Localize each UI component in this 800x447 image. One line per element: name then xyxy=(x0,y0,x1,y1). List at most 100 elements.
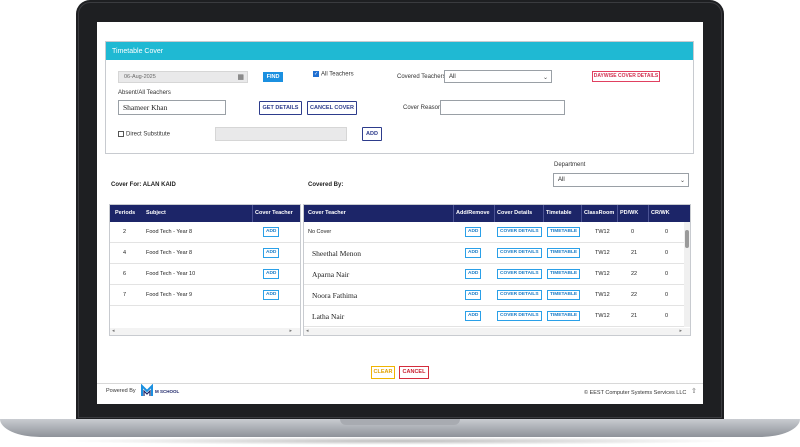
classroom-cell: TW12 xyxy=(595,250,610,256)
cr-wk-cell: 0 xyxy=(665,271,669,277)
covered-teachers-label: Covered Teachers xyxy=(397,74,446,80)
scroll-left-icon[interactable]: ◂ xyxy=(112,328,115,334)
add-cover-button[interactable]: ADD xyxy=(263,248,280,258)
absent-teachers-label: Absent/All Teachers xyxy=(118,90,171,96)
subject-cell: Food Tech - Year 10 xyxy=(146,271,196,277)
col-cover-teacher: Cover Teacher xyxy=(252,205,293,222)
laptop-shadow xyxy=(60,437,740,445)
col-pd-wk: PD/WK xyxy=(617,205,638,222)
scroll-left-icon[interactable]: ◂ xyxy=(306,328,309,334)
classroom-cell: TW12 xyxy=(595,292,610,298)
classroom-cell: TW12 xyxy=(595,229,610,235)
subject-cell: Food Tech - Year 8 xyxy=(146,250,193,256)
period-cell: 4 xyxy=(123,250,127,256)
clear-button[interactable]: CLEAR xyxy=(371,366,395,379)
teacher-cell: No Cover xyxy=(308,229,332,235)
periods-table-header: Periods Subject Cover Teacher xyxy=(110,205,300,222)
date-field[interactable]: 06-Aug-2025 ▦ xyxy=(118,71,248,83)
daywise-cover-details-button[interactable]: DAYWISE COVER DETAILS xyxy=(592,71,660,82)
scroll-right-icon[interactable]: ▸ xyxy=(289,328,292,334)
cover-reason-input[interactable] xyxy=(440,100,565,115)
cancel-button[interactable]: CANCEL xyxy=(399,366,429,379)
covered-by-label: Covered By: xyxy=(308,182,344,188)
col-cover-details: Cover Details xyxy=(494,205,532,222)
timetable-button[interactable]: TIMETABLE xyxy=(547,227,581,237)
cover-details-button[interactable]: COVER DETAILS xyxy=(497,269,542,279)
all-teachers-checkbox[interactable] xyxy=(313,71,319,77)
col-cr-wk: CR/WK xyxy=(648,205,670,222)
add-button[interactable]: ADD xyxy=(465,290,482,300)
covered-teachers-select[interactable]: All ⌄ xyxy=(444,70,552,83)
table-row: 4 Food Tech - Year 8 ADD xyxy=(110,243,300,264)
timetable-cover-panel: Timetable Cover 06-Aug-2025 ▦ FIND All T… xyxy=(105,41,694,154)
direct-substitute-checkbox[interactable] xyxy=(118,131,124,137)
timetable-button[interactable]: TIMETABLE xyxy=(547,269,581,279)
cancel-cover-button[interactable]: CANCEL COVER xyxy=(307,101,357,115)
period-cell: 2 xyxy=(123,229,127,235)
cover-details-button[interactable]: COVER DETAILS xyxy=(497,311,542,321)
get-details-button[interactable]: GET DETAILS xyxy=(259,101,302,115)
department-select[interactable]: All ⌄ xyxy=(553,173,689,187)
table-row: Noora Fathima ADD COVER DETAILS TIMETABL… xyxy=(304,285,690,306)
m-school-logo xyxy=(141,383,153,397)
absent-teacher-input[interactable]: Shameer Khan xyxy=(118,100,226,115)
timetable-button[interactable]: TIMETABLE xyxy=(547,290,581,300)
copyright-text: © EEST Computer Systems Services LLC xyxy=(584,390,687,396)
footer-divider xyxy=(97,383,703,384)
teacher-cell: Sheethal Menon xyxy=(312,249,361,258)
all-teachers-label: All Teachers xyxy=(321,71,354,78)
add-substitute-button[interactable]: ADD xyxy=(362,127,382,141)
add-button[interactable]: ADD xyxy=(465,311,482,321)
period-cell: 7 xyxy=(123,292,127,298)
pd-wk-cell: 21 xyxy=(631,250,638,256)
col-classroom: ClassRoom xyxy=(581,205,614,222)
direct-substitute-checkbox-wrap[interactable]: Direct Substitute xyxy=(118,131,170,138)
table-row: 7 Food Tech - Year 9 ADD xyxy=(110,285,300,306)
table-row: Latha Nair ADD COVER DETAILS TIMETABLE T… xyxy=(304,306,690,327)
add-button[interactable]: ADD xyxy=(465,227,482,237)
table-row: 2 Food Tech - Year 8 ADD xyxy=(110,222,300,243)
all-teachers-checkbox-wrap[interactable]: All Teachers xyxy=(313,71,354,78)
add-cover-button[interactable]: ADD xyxy=(263,227,280,237)
department-label: Department xyxy=(554,162,586,168)
vertical-scrollbar[interactable] xyxy=(684,222,690,327)
pd-wk-cell: 21 xyxy=(631,313,638,319)
horizontal-scrollbar[interactable]: ◂ ▸ xyxy=(110,328,300,335)
col-timetable: Timetable xyxy=(543,205,572,222)
horizontal-scrollbar[interactable]: ◂ ▸ xyxy=(304,328,690,335)
table-row: No Cover ADD COVER DETAILS TIMETABLE TW1… xyxy=(304,222,690,243)
date-value: 06-Aug-2025 xyxy=(124,74,156,80)
add-button[interactable]: ADD xyxy=(465,269,482,279)
direct-substitute-label: Direct Substitute xyxy=(126,131,171,138)
direct-substitute-field[interactable] xyxy=(215,127,347,141)
timetable-button[interactable]: TIMETABLE xyxy=(547,248,581,258)
cover-details-button[interactable]: COVER DETAILS xyxy=(497,227,542,237)
pd-wk-cell: 22 xyxy=(631,292,638,298)
timetable-button[interactable]: TIMETABLE xyxy=(547,311,581,321)
subject-cell: Food Tech - Year 8 xyxy=(146,229,193,235)
teacher-cell: Aparna Nair xyxy=(312,270,350,279)
cover-details-button[interactable]: COVER DETAILS xyxy=(497,248,542,258)
col-add-remove: Add/Remove xyxy=(453,205,490,222)
chevron-down-icon: ⌄ xyxy=(542,75,548,81)
cr-wk-cell: 0 xyxy=(665,313,669,319)
cover-details-button[interactable]: COVER DETAILS xyxy=(497,290,542,300)
scroll-top-icon[interactable]: ⇧ xyxy=(691,387,697,395)
classroom-cell: TW12 xyxy=(595,271,610,277)
find-button[interactable]: FIND xyxy=(263,72,283,82)
cover-reason-label: Cover Reason xyxy=(403,105,442,111)
scroll-right-icon[interactable]: ▸ xyxy=(679,328,682,334)
calendar-icon[interactable]: ▦ xyxy=(237,73,244,81)
col-subject: Subject xyxy=(146,210,166,216)
scrollbar-thumb[interactable] xyxy=(685,230,689,248)
panel-title: Timetable Cover xyxy=(106,42,693,60)
add-cover-button[interactable]: ADD xyxy=(263,290,280,300)
cr-wk-cell: 0 xyxy=(665,250,669,256)
laptop-notch xyxy=(340,419,460,425)
table-row: Aparna Nair ADD COVER DETAILS TIMETABLE … xyxy=(304,264,690,285)
add-cover-button[interactable]: ADD xyxy=(263,269,280,279)
classroom-cell: TW12 xyxy=(595,313,610,319)
add-button[interactable]: ADD xyxy=(465,248,482,258)
teacher-cell: Noora Fathima xyxy=(312,291,358,300)
subject-cell: Food Tech - Year 9 xyxy=(146,292,193,298)
